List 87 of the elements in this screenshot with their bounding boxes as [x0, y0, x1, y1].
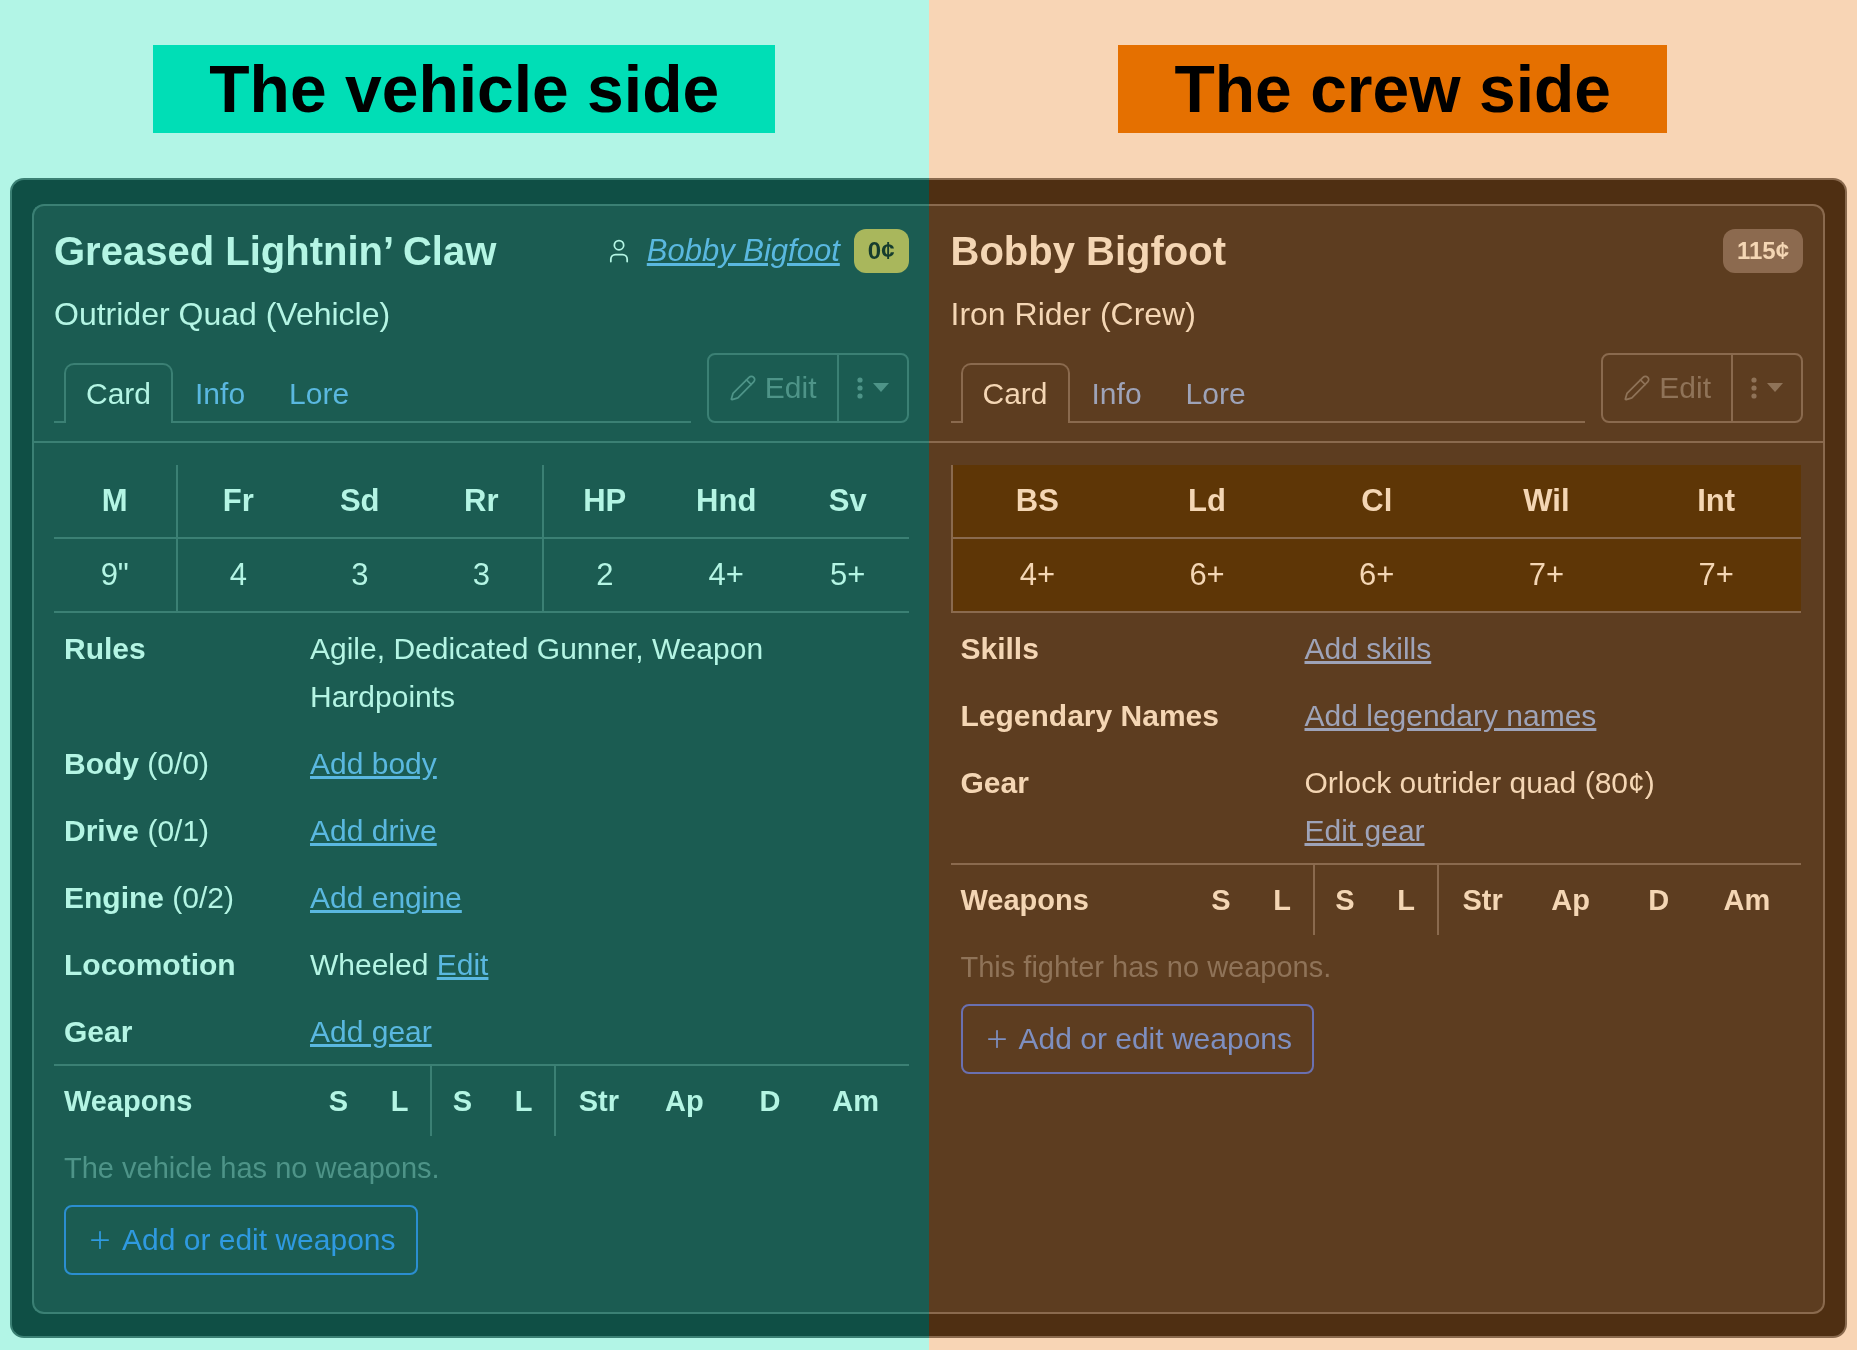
stat-value: 4	[228, 556, 248, 594]
row-label: Body (0/0)	[64, 746, 211, 782]
row-value: Wheeled	[310, 948, 429, 981]
weapon-column-header: L	[513, 1083, 534, 1119]
pencil-icon	[728, 374, 757, 402]
weapon-column-header: D	[1647, 882, 1671, 918]
stat-header: HP	[544, 465, 666, 539]
weapon-column-header: S	[1334, 882, 1356, 918]
card-subtitle: Outrider Quad (Vehicle)	[54, 296, 392, 333]
action-link[interactable]: Add skills	[1304, 632, 1432, 665]
row-label: Skills	[960, 631, 1040, 667]
action-link[interactable]: Add drive	[310, 814, 437, 847]
banner-label: The vehicle side	[153, 45, 776, 133]
stat-value: 6+	[1188, 556, 1226, 594]
weapon-column-header: S	[1210, 882, 1232, 918]
stat-value: 2	[595, 556, 615, 594]
row-label: Rules	[64, 631, 147, 667]
stat-header: Wil	[1461, 465, 1632, 539]
row-label: Gear	[64, 1014, 134, 1050]
weapon-column-header: L	[1396, 882, 1416, 918]
add-weapons-button[interactable]: Add or edit weapons	[960, 1004, 1314, 1074]
stat-value: 5+	[829, 556, 867, 594]
tab[interactable]: Card	[64, 363, 174, 423]
action-link[interactable]: Edit	[436, 948, 489, 981]
tab[interactable]: Card	[960, 363, 1070, 423]
card-title: Bobby Bigfoot	[950, 228, 1227, 274]
stat-value: 3	[471, 556, 491, 594]
stat-value: 3	[350, 556, 370, 594]
row-label: Drive (0/1)	[64, 813, 211, 849]
stat-value: 9"	[99, 556, 130, 594]
stat-value: 4+	[1018, 556, 1057, 594]
stat-header: Hnd	[665, 465, 787, 539]
owner-link[interactable]: Bobby Bigfoot	[646, 233, 840, 269]
card-subtitle: Iron Rider (Crew)	[950, 296, 1197, 333]
stat-header: Rr	[420, 465, 542, 539]
stat-header: Ld	[1122, 465, 1292, 539]
weapon-column-header: Str	[1461, 882, 1504, 918]
weapon-column-header: D	[758, 1083, 782, 1119]
weapon-column-header: Ap	[1550, 882, 1591, 918]
row-label: Engine (0/2)	[64, 880, 236, 916]
action-link[interactable]: Add legendary names	[1304, 699, 1597, 732]
empty-message: This fighter has no weapons.	[959, 950, 1333, 984]
weapon-column-header: L	[1272, 882, 1292, 918]
tab[interactable]: Info	[173, 363, 268, 423]
weapon-column-header: Str	[577, 1083, 620, 1119]
card-title: Greased Lightnin’ Claw	[54, 228, 498, 274]
tab[interactable]: Info	[1069, 363, 1164, 423]
stat-header: Int	[1631, 465, 1801, 539]
cost-badge: 115¢	[1722, 229, 1803, 273]
stat-header: Fr	[177, 465, 299, 539]
weapon-column-header: S	[451, 1083, 474, 1119]
weapon-column-header: S	[327, 1083, 350, 1119]
stat-header: Sv	[787, 465, 909, 539]
row-label: Locomotion	[64, 947, 237, 983]
banner-label: The crew side	[1118, 45, 1667, 133]
cost-badge: 0¢	[853, 229, 909, 273]
pencil-icon	[1623, 374, 1652, 402]
stat-header: Sd	[299, 465, 421, 539]
weapon-column-header: L	[389, 1083, 410, 1119]
row-label: Gear	[960, 765, 1030, 801]
action-link[interactable]: Add gear	[310, 1015, 432, 1048]
action-link[interactable]: Add body	[310, 747, 437, 780]
tab[interactable]: Lore	[1163, 363, 1268, 423]
more-icon	[1751, 377, 1757, 399]
row-label: Legendary Names	[960, 698, 1220, 734]
stat-value: 4+	[707, 556, 745, 594]
stat-header: Cl	[1291, 465, 1462, 539]
weapon-column-header: Ap	[664, 1083, 705, 1119]
add-weapons-button[interactable]: Add or edit weapons	[64, 1205, 418, 1275]
action-link[interactable]: Edit gear	[1304, 814, 1425, 847]
weapons-heading: Weapons	[64, 1083, 194, 1119]
stat-header: M	[54, 465, 176, 539]
weapon-column-header: Am	[1722, 882, 1772, 918]
action-link[interactable]: Add engine	[310, 881, 462, 914]
more-icon	[856, 377, 863, 399]
row-value: Orlock outrider quad (80¢)	[1304, 766, 1655, 799]
row-value: Agile, Dedicated Gunner, Weapon Hardpoints	[310, 632, 764, 713]
empty-message: The vehicle has no weapons.	[63, 1151, 441, 1185]
tab[interactable]: Lore	[267, 363, 372, 423]
stat-header: BS	[952, 465, 1123, 539]
stat-value: 6+	[1358, 556, 1396, 594]
stat-value: 7+	[1527, 556, 1566, 594]
caret-icon	[1767, 383, 1783, 393]
caret-icon	[872, 383, 889, 393]
weapon-column-header: Am	[831, 1083, 881, 1119]
stat-value: 7+	[1697, 556, 1735, 594]
weapons-heading: Weapons	[960, 882, 1090, 918]
